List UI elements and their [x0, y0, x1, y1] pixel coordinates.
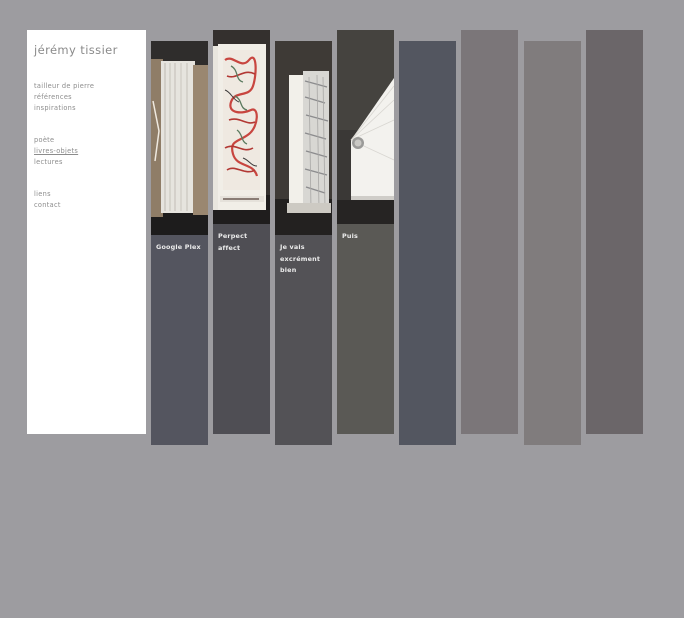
nav-link-references[interactable]: références	[34, 92, 94, 103]
sidebar: jérémy tissier tailleur de pierre référe…	[27, 30, 146, 434]
project-label-bg	[213, 224, 270, 434]
empty-column	[461, 30, 518, 434]
nav-group-poet: poète livres-objets lectures	[34, 135, 78, 168]
project-column-je-vais-excrement-bien[interactable]: Je vais excrément bien	[275, 41, 332, 445]
project-column-puis[interactable]: Puis	[337, 30, 394, 434]
nav-link-livres-objets[interactable]: livres-objets	[34, 146, 78, 157]
project-title[interactable]: Je vais excrément bien	[280, 242, 324, 277]
project-thumbnail-puis[interactable]	[337, 30, 394, 224]
site-title[interactable]: jérémy tissier	[34, 43, 118, 57]
nav-link-liens[interactable]: liens	[34, 189, 61, 200]
nav-link-contact[interactable]: contact	[34, 200, 61, 211]
nav-link-tailleur-de-pierre[interactable]: tailleur de pierre	[34, 81, 94, 92]
nav-link-poete[interactable]: poète	[34, 135, 78, 146]
nav-group-misc: liens contact	[34, 189, 61, 211]
project-label-bg	[151, 235, 208, 445]
nav-link-lectures[interactable]: lectures	[34, 157, 78, 168]
project-label-bg	[337, 224, 394, 434]
project-thumbnail-je-vais-excrement-bien[interactable]	[275, 41, 332, 235]
nav-link-inspirations[interactable]: inspirations	[34, 103, 94, 114]
empty-column	[586, 30, 643, 434]
project-column-google-plex[interactable]: Google Plex	[151, 41, 208, 445]
project-title[interactable]: Puis	[342, 231, 392, 243]
project-title[interactable]: Google Plex	[156, 242, 206, 254]
project-thumbnail-google-plex[interactable]	[151, 41, 208, 235]
nav-group-stone: tailleur de pierre références inspiratio…	[34, 81, 94, 114]
project-title[interactable]: Perpect affect	[218, 231, 270, 254]
empty-column	[524, 41, 581, 445]
project-thumbnail-perpect-affect[interactable]	[213, 30, 270, 224]
project-column-perpect-affect[interactable]: Perpect affect	[213, 30, 270, 434]
empty-column	[399, 41, 456, 445]
